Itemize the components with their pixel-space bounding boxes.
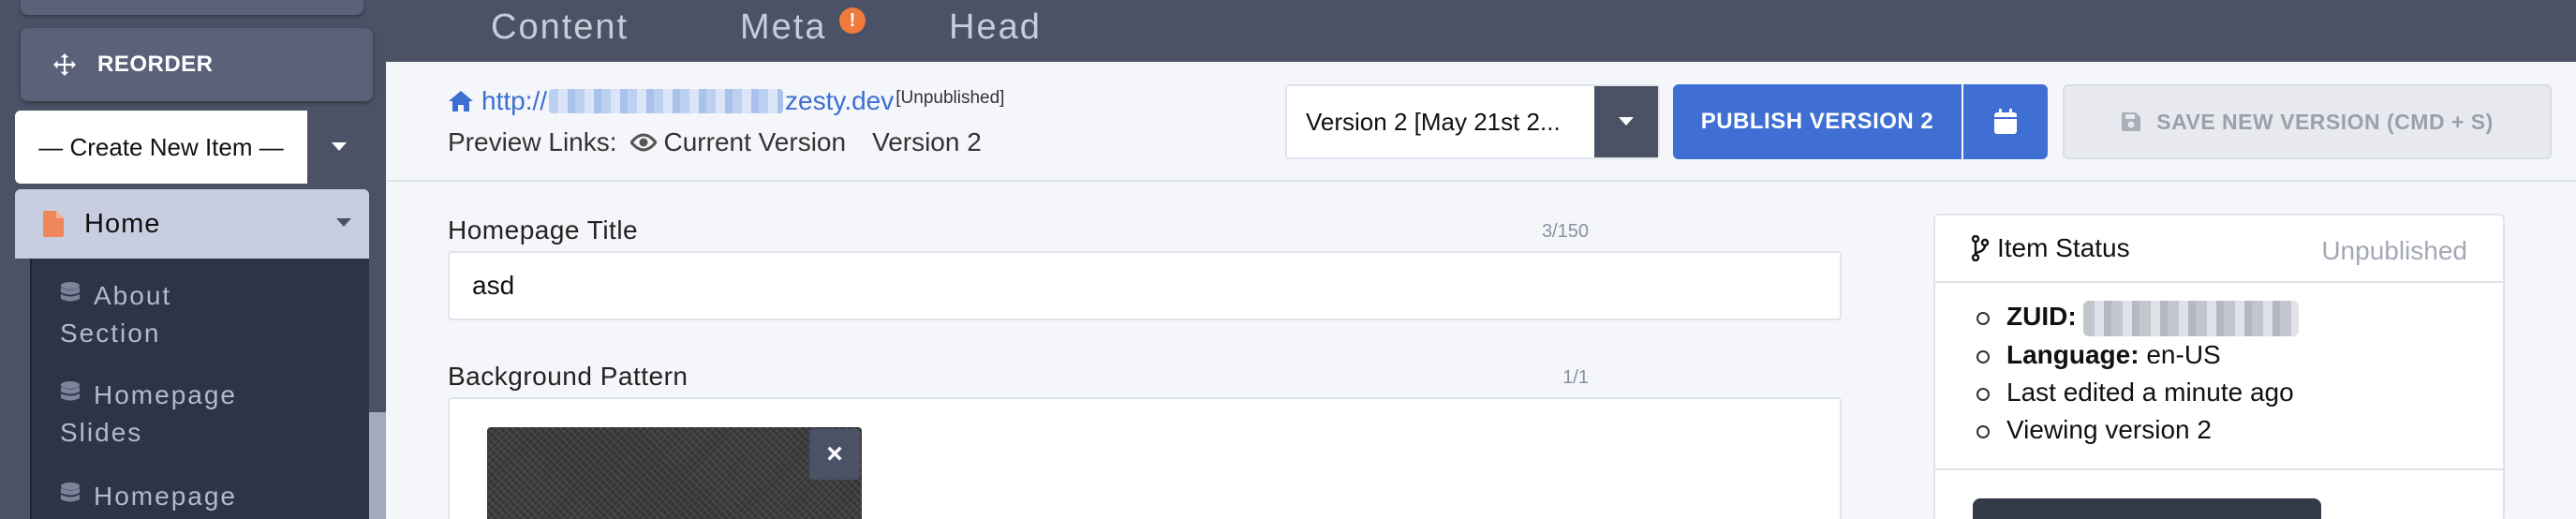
tab-head[interactable]: Head: [949, 7, 1042, 48]
git-branch-icon: [1971, 235, 1990, 261]
publish-button[interactable]: PUBLISH VERSION 2: [1673, 84, 1962, 159]
homepage-title-input[interactable]: asd: [448, 251, 1842, 320]
status-zuid-row: ZUID:: [1976, 298, 2300, 336]
nav-home-label: Home: [84, 208, 161, 239]
tab-meta[interactable]: Meta: [740, 7, 826, 48]
home-icon: [449, 91, 473, 111]
remove-image-button[interactable]: ×: [809, 429, 860, 480]
reorder-button[interactable]: REORDER: [21, 28, 373, 101]
eye-icon: [629, 133, 657, 152]
create-item-select[interactable]: — Create New Item —: [15, 111, 371, 184]
sidebar-scrollbar[interactable]: [369, 412, 386, 519]
homepage-title-char-count: 3/150: [1541, 221, 1589, 242]
tab-content[interactable]: Content: [491, 7, 629, 48]
background-pattern-count: 1/1: [1562, 367, 1589, 388]
url-status-text: [Unpublished]: [896, 88, 1005, 108]
item-status-title: Item Status: [1997, 233, 2130, 262]
caret-down-icon: [1619, 117, 1634, 126]
caret-down-icon: [332, 142, 347, 151]
sidebar: REORDER — Create New Item — Home About Se…: [0, 0, 386, 519]
zuid-label: ZUID:: [2006, 302, 2077, 331]
status-last-edited: Last edited a minute ago: [1976, 374, 2299, 411]
item-status-value: Unpublished: [2321, 236, 2467, 265]
editor-tabs: Content Meta ! Head: [386, 0, 2576, 62]
database-icon: [61, 282, 80, 302]
nav-item-label: About: [94, 281, 172, 310]
calendar-icon: [1994, 109, 2017, 134]
move-arrows-icon: [53, 53, 76, 76]
background-pattern-label: Background Pattern: [448, 362, 688, 391]
preview-links: Preview Links: Current Version Version 2: [448, 127, 982, 157]
schedule-publish-button[interactable]: [1963, 84, 2048, 159]
status-viewing-version: Viewing version 2: [1976, 411, 2299, 449]
reorder-label: REORDER: [97, 52, 214, 77]
create-item-dropdown-button[interactable]: [307, 111, 371, 184]
save-version-label: SAVE NEW VERSION (CMD + S): [2156, 109, 2494, 134]
status-divider: [1935, 468, 2503, 470]
homepage-title-label: Homepage Title: [448, 215, 639, 245]
version-dropdown-button[interactable]: [1594, 86, 1658, 157]
preview-version-2-link[interactable]: Version 2: [872, 127, 982, 157]
status-language-row: Language: en-US: [1976, 336, 2299, 374]
redacted-url-segment: [549, 89, 784, 113]
nav-item-label-2: Slides: [60, 418, 143, 447]
meta-warning-badge: !: [839, 7, 866, 34]
create-item-select-value[interactable]: — Create New Item —: [15, 111, 307, 184]
version-select[interactable]: Version 2 [May 21st 2...: [1285, 84, 1660, 159]
language-value: en-US: [2146, 339, 2221, 369]
database-icon: [61, 482, 80, 502]
nav-item-label-2: Section: [60, 319, 161, 348]
caret-down-icon[interactable]: [335, 217, 352, 229]
main-editor: http:// zesty.dev [Unpublished] Preview …: [386, 62, 2576, 519]
status-action-button[interactable]: [1973, 498, 2321, 519]
nav-item-label: Homepage: [94, 482, 237, 511]
nav-item-about-section[interactable]: About Section: [60, 277, 341, 352]
background-pattern-thumbnail[interactable]: [487, 427, 862, 519]
url-link-suffix[interactable]: zesty.dev: [785, 86, 894, 116]
save-version-button[interactable]: SAVE NEW VERSION (CMD + S): [2063, 84, 2552, 159]
item-status-details: ZUID: Language: en-US Last edited a minu…: [1976, 298, 2300, 449]
database-icon: [61, 381, 80, 401]
background-pattern-field: ×: [448, 397, 1842, 519]
item-status-card: Item Status Unpublished ZUID: Language: …: [1933, 214, 2505, 519]
version-select-value[interactable]: Version 2 [May 21st 2...: [1287, 86, 1594, 157]
nav-item-homepage-slides[interactable]: Homepage Slides: [60, 377, 341, 452]
nav-item-home[interactable]: Home: [15, 189, 369, 259]
preview-current-version-link[interactable]: Current Version: [664, 127, 847, 157]
nav-item-homepage[interactable]: Homepage: [60, 478, 341, 515]
nav-children: About Section Homepage Slides Homepage: [30, 259, 369, 519]
url-link-prefix[interactable]: http://: [481, 86, 547, 116]
nav-item-label: Homepage: [94, 380, 237, 409]
redacted-zuid: [2083, 300, 2300, 336]
language-label: Language:: [2006, 339, 2139, 369]
tree-line: [30, 259, 32, 519]
sidebar-top-button-edge[interactable]: [21, 0, 363, 15]
preview-links-label: Preview Links:: [448, 127, 617, 156]
document-icon: [43, 211, 64, 237]
save-disk-icon: [2122, 112, 2141, 131]
preview-url: http:// zesty.dev [Unpublished]: [448, 86, 1004, 116]
editor-header: http:// zesty.dev [Unpublished] Preview …: [386, 62, 2576, 182]
